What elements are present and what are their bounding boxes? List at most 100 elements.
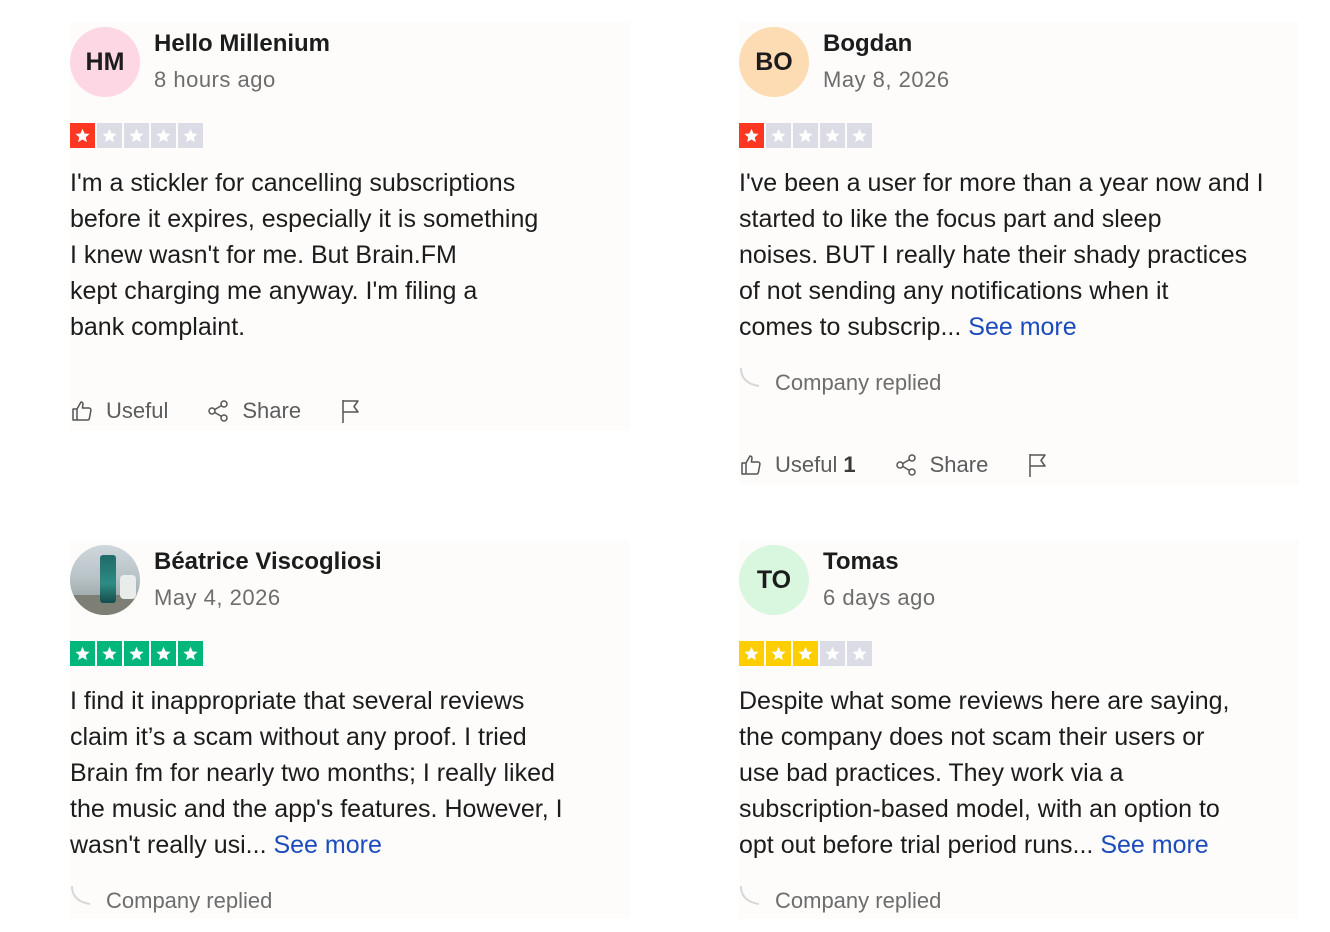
star-icon: [739, 123, 764, 148]
useful-label: Useful: [106, 398, 169, 423]
review-text-line: bank complaint.: [70, 313, 246, 341]
review-text-line: subscription-based model, with an option…: [739, 795, 1220, 823]
star-icon: [847, 641, 872, 666]
avatar[interactable]: BO: [739, 27, 809, 97]
reviewer-meta: Béatrice Viscogliosi May 4, 2026: [154, 547, 382, 613]
star-rating: [70, 123, 630, 149]
review-date: 8 hours ago: [154, 67, 276, 92]
review-text-line: Despite what some reviews here are sayin…: [739, 687, 1230, 715]
reviewer-name[interactable]: Hello Millenium: [154, 29, 330, 59]
star-icon: [820, 123, 845, 148]
review-text: I find it inappropriate that several rev…: [70, 683, 630, 863]
review-text: I'm a stickler for cancelling subscripti…: [70, 165, 630, 345]
avatar[interactable]: TO: [739, 545, 809, 615]
review-text-line: I knew wasn't for me. But Brain.FM: [70, 241, 457, 269]
star-icon: [739, 641, 764, 666]
share-icon: [894, 453, 918, 477]
avatar[interactable]: HM: [70, 27, 140, 97]
reviewer-name[interactable]: Bogdan: [823, 29, 950, 59]
star-icon: [124, 641, 149, 666]
see-more-link[interactable]: See more: [1100, 831, 1208, 859]
company-replied[interactable]: Company replied: [70, 883, 630, 919]
star-icon: [847, 123, 872, 148]
company-replied-label: Company replied: [775, 888, 942, 913]
truncated-text: opt out before trial period runs...: [739, 831, 1094, 859]
review-text-line: the company does not scam their users or: [739, 723, 1205, 751]
avatar-photo-detail: [120, 575, 136, 599]
review-header: HM Hello Millenium 8 hours ago: [70, 22, 630, 102]
company-replied-label: Company replied: [775, 370, 942, 395]
review-card: Béatrice Viscogliosi May 4, 2026 I find …: [70, 540, 630, 919]
reviewer-meta: Tomas 6 days ago: [823, 547, 936, 613]
share-label: Share: [929, 452, 989, 477]
report-button[interactable]: [339, 398, 363, 424]
review-header: TO Tomas 6 days ago: [739, 540, 1299, 620]
review-text-line: comes to subscrip... See more: [739, 309, 1299, 345]
review-actions: Useful Share: [70, 391, 630, 431]
see-more-link[interactable]: See more: [273, 831, 381, 859]
useful-label: Useful: [775, 452, 838, 477]
review-text-line: of not sending any notifications when it: [739, 277, 1169, 305]
share-button[interactable]: Share: [206, 398, 301, 424]
star-icon: [151, 123, 176, 148]
see-more-link[interactable]: See more: [968, 313, 1076, 341]
review-text-line: I've been a user for more than a year no…: [739, 169, 1264, 197]
review-card: BO Bogdan May 8, 2026 I've been a user f…: [739, 22, 1299, 485]
star-icon: [766, 123, 791, 148]
review-text-line: Brain fm for nearly two months; I really…: [70, 759, 555, 787]
review-text: Despite what some reviews here are sayin…: [739, 683, 1299, 863]
flag-icon: [339, 398, 363, 424]
star-rating: [739, 641, 1299, 667]
star-icon: [178, 641, 203, 666]
truncated-text: comes to subscrip...: [739, 313, 962, 341]
company-replied[interactable]: Company replied: [739, 883, 1299, 919]
thumbs-up-icon: [739, 453, 763, 477]
review-text-line: I'm a stickler for cancelling subscripti…: [70, 169, 516, 197]
star-icon: [124, 123, 149, 148]
star-icon: [97, 641, 122, 666]
useful-button[interactable]: Useful: [70, 398, 168, 424]
report-button[interactable]: [1026, 452, 1050, 478]
share-label: Share: [242, 398, 302, 423]
avatar[interactable]: [70, 545, 140, 615]
review-text-line: kept charging me anyway. I'm filing a: [70, 277, 478, 305]
star-rating: [70, 641, 630, 667]
review-date: 6 days ago: [823, 585, 936, 610]
review-date: May 8, 2026: [823, 67, 950, 92]
company-replied[interactable]: Company replied: [739, 365, 1299, 401]
review-header: Béatrice Viscogliosi May 4, 2026: [70, 540, 630, 620]
company-replied-label: Company replied: [106, 888, 273, 913]
review-text-line: use bad practices. They work via a: [739, 759, 1124, 787]
avatar-photo-detail: [100, 555, 116, 603]
review-text-line: I find it inappropriate that several rev…: [70, 687, 525, 715]
star-icon: [793, 123, 818, 148]
star-icon: [97, 123, 122, 148]
review-text: I've been a user for more than a year no…: [739, 165, 1299, 345]
review-text-line: opt out before trial period runs... See …: [739, 827, 1299, 863]
reviewer-name[interactable]: Tomas: [823, 547, 936, 577]
star-rating: [739, 123, 1299, 149]
star-icon: [766, 641, 791, 666]
reviewer-name[interactable]: Béatrice Viscogliosi: [154, 547, 382, 577]
star-icon: [70, 123, 95, 148]
star-icon: [178, 123, 203, 148]
truncated-text: wasn't really usi...: [70, 831, 267, 859]
reply-curve-icon: [739, 884, 761, 906]
reviewer-meta: Hello Millenium 8 hours ago: [154, 29, 330, 95]
useful-button[interactable]: Useful 1: [739, 452, 856, 478]
review-text-line: started to like the focus part and sleep: [739, 205, 1162, 233]
star-icon: [151, 641, 176, 666]
review-text-line: wasn't really usi... See more: [70, 827, 630, 863]
share-button[interactable]: Share: [894, 452, 989, 478]
review-header: BO Bogdan May 8, 2026: [739, 22, 1299, 102]
reviewer-meta: Bogdan May 8, 2026: [823, 29, 950, 95]
review-card: HM Hello Millenium 8 hours ago I'm a sti…: [70, 22, 630, 431]
review-text-line: the music and the app's features. Howeve…: [70, 795, 563, 823]
review-actions: Useful 1 Share: [739, 445, 1299, 485]
thumbs-up-icon: [70, 399, 94, 423]
useful-count: 1: [843, 452, 856, 477]
star-icon: [70, 641, 95, 666]
reply-curve-icon: [70, 884, 92, 906]
review-date: May 4, 2026: [154, 585, 281, 610]
review-text-line: claim it’s a scam without any proof. I t…: [70, 723, 527, 751]
